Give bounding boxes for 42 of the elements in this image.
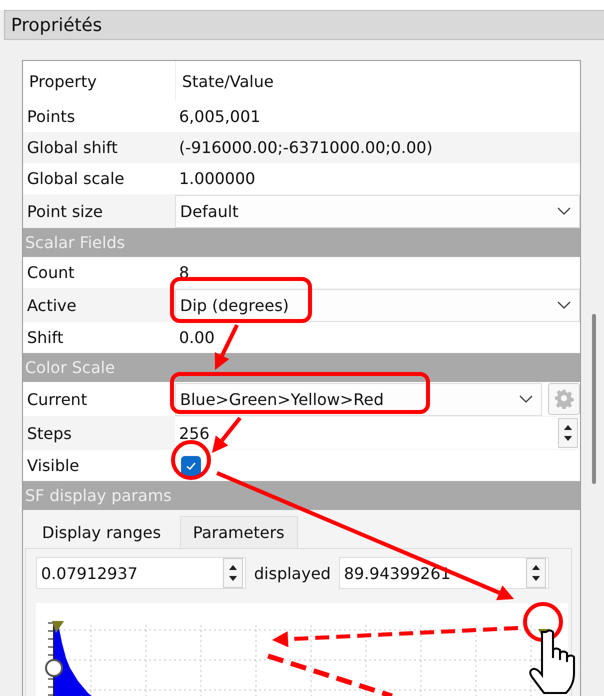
property-label: Point size (26, 202, 104, 220)
dropdown[interactable]: Blue>Green>Yellow>Red (175, 382, 542, 416)
dropdown[interactable]: Dip (degrees) (175, 288, 580, 322)
property-label: Global shift (26, 138, 119, 157)
caret-icon (557, 301, 571, 309)
section-header: Scalar Fields (23, 228, 580, 257)
column-header: Property (28, 72, 98, 90)
highlight-circle (171, 440, 211, 480)
property-value: 6,005,001 (178, 107, 262, 126)
property-label: Global scale (26, 169, 126, 188)
property-value: 0.00 (178, 328, 216, 347)
caret-icon (519, 395, 533, 403)
property-label: Current (26, 390, 88, 408)
settings-icon (554, 389, 574, 409)
spin-arrows-icon[interactable] (526, 558, 546, 588)
checkbox[interactable] (181, 456, 201, 476)
steps-field[interactable]: 256 (175, 417, 580, 449)
property-label: Points (26, 107, 76, 126)
property-label: Active (26, 296, 78, 314)
property-label: Shift (26, 328, 64, 347)
caret-icon (557, 207, 571, 215)
dropdown[interactable]: Default (175, 194, 580, 228)
slider-handle[interactable] (45, 659, 63, 677)
property-value: (-916000.00;-6371000.00;0.00) (178, 138, 434, 157)
highlight-circle (523, 602, 563, 642)
displayed-label: displayed (254, 564, 331, 582)
property-value: 1.000000 (178, 169, 256, 188)
scrollbar-thumb[interactable] (592, 314, 596, 484)
range-marker[interactable] (52, 621, 64, 633)
panel-title: Propriétés (11, 14, 102, 36)
arrow (214, 324, 239, 370)
property-label: Steps (26, 424, 73, 442)
section-header: Color Scale (23, 353, 580, 382)
section-header: SF display params (23, 481, 580, 510)
spin-arrows-icon[interactable] (223, 558, 243, 588)
arrow (212, 416, 242, 453)
max-value-field[interactable]: 89.94399261 (338, 557, 549, 589)
tab[interactable]: Parameters (180, 516, 298, 548)
min-value-field[interactable]: 0.07912937 (36, 557, 246, 589)
spin-arrows-icon[interactable] (558, 418, 578, 448)
property-label: Visible (26, 456, 80, 475)
property-label: Count (26, 263, 76, 282)
